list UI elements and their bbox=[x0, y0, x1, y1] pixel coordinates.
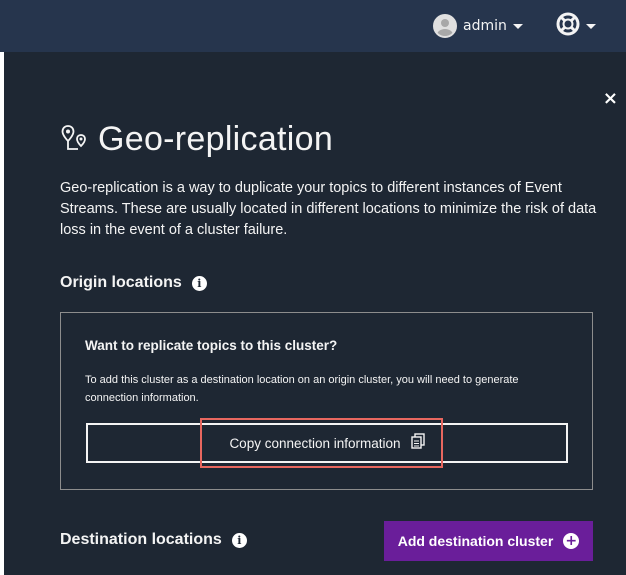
description: Geo-replication is a way to duplicate yo… bbox=[60, 180, 597, 238]
top-header: admin bbox=[0, 0, 626, 52]
title-row: Geo-replication bbox=[60, 120, 333, 159]
close-icon[interactable]: × bbox=[603, 88, 618, 109]
copy-connection-button[interactable]: Copy connection information bbox=[86, 423, 568, 463]
chevron-down-icon bbox=[586, 23, 596, 29]
add-destination-cluster-button[interactable]: Add destination cluster + bbox=[384, 521, 593, 561]
origin-locations-label: Origin locations bbox=[60, 274, 182, 291]
add-circle-icon: + bbox=[563, 533, 580, 549]
user-avatar-icon bbox=[433, 14, 457, 38]
origin-locations-box: Want to replicate topics to this cluster… bbox=[60, 312, 593, 490]
copy-connection-label: Copy connection information bbox=[229, 435, 401, 451]
page-title: Geo-replication bbox=[98, 120, 334, 158]
info-icon[interactable]: i bbox=[231, 532, 247, 548]
chevron-down-icon bbox=[512, 23, 523, 29]
origin-help-text: To add this cluster as a destination loc… bbox=[85, 374, 519, 404]
help-menu[interactable] bbox=[556, 12, 596, 40]
geo-location-icon bbox=[60, 123, 90, 157]
help-lifebuoy-icon bbox=[556, 12, 580, 40]
add-destination-label: Add destination cluster bbox=[397, 533, 554, 549]
origin-question: Want to replicate topics to this cluster… bbox=[85, 338, 338, 353]
destination-locations-label: Destination locations bbox=[60, 531, 222, 548]
user-name: admin bbox=[463, 18, 507, 34]
geo-replication-panel: × Geo-replication Geo-replication is a w… bbox=[4, 52, 626, 575]
info-icon[interactable]: i bbox=[191, 275, 207, 291]
destination-locations-heading: Destination locations i bbox=[60, 531, 247, 549]
page: admin × Geo-replication Geo-replication … bbox=[0, 0, 626, 575]
copy-icon bbox=[410, 433, 425, 453]
origin-locations-heading: Origin locations i bbox=[60, 274, 207, 292]
user-menu[interactable]: admin bbox=[433, 13, 523, 39]
